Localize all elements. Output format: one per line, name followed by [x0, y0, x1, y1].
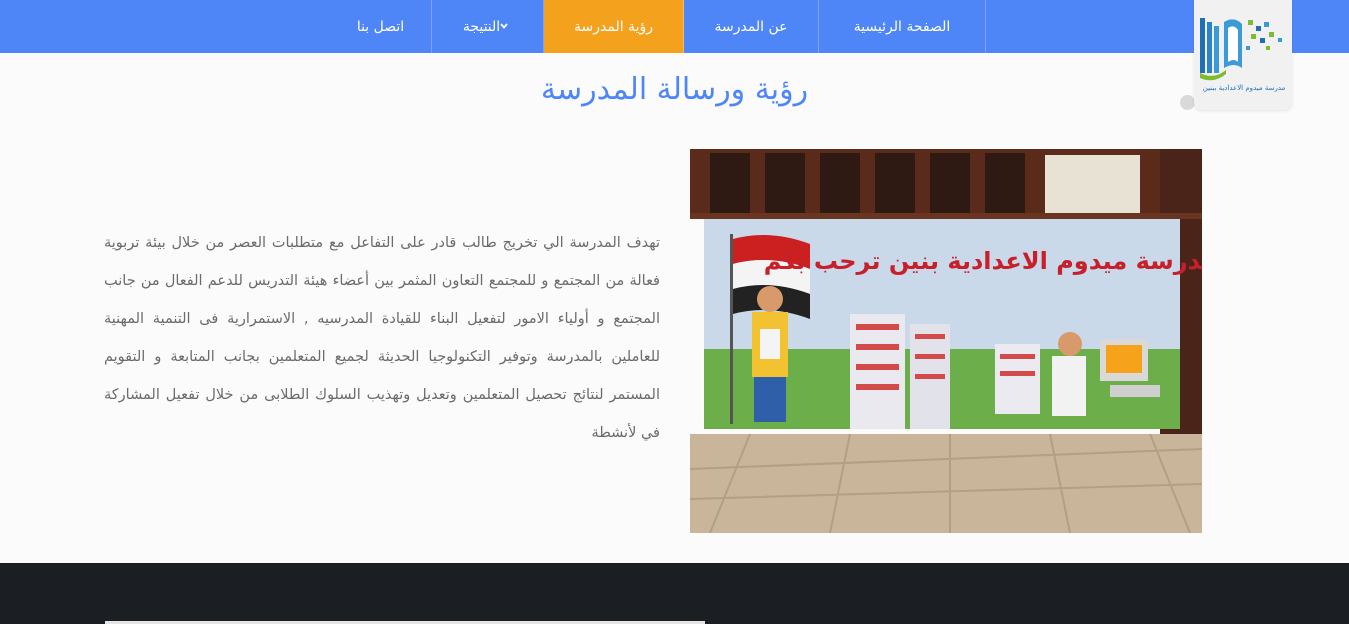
nav-item-about[interactable]: عن المدرسة: [684, 0, 819, 53]
footer: [0, 563, 1349, 624]
nav-item-label: الصفحة الرئيسية: [853, 18, 951, 35]
nav-menu: اتصل بنا النتيجة رؤية المدرسة عن المدرسة…: [330, 0, 986, 53]
page-title: رؤية ورسالة المدرسة: [540, 72, 809, 107]
vision-paragraph: تهدف المدرسة الي تخريج طالب قادر على الت…: [104, 235, 660, 441]
nav-item-home[interactable]: الصفحة الرئيسية: [819, 0, 986, 53]
school-mural-image: مدرسة ميدوم الاعدادية بنين ترحب بكم: [690, 149, 1202, 533]
nav-item-label: النتيجة: [462, 18, 501, 35]
nav-item-results[interactable]: النتيجة: [432, 0, 544, 53]
nav-item-label: اتصل بنا: [356, 18, 405, 35]
nav-item-label: عن المدرسة: [714, 18, 788, 35]
nav-item-label: رؤية المدرسة: [574, 18, 653, 35]
nav-item-school-vision[interactable]: رؤية المدرسة: [544, 0, 684, 53]
top-navbar: اتصل بنا النتيجة رؤية المدرسة عن المدرسة…: [0, 0, 1349, 53]
chevron-down-icon: [500, 22, 508, 32]
nav-item-contact[interactable]: اتصل بنا: [330, 0, 432, 53]
mural-sign-text: مدرسة ميدوم الاعدادية بنين ترحب بكم: [764, 247, 1202, 275]
